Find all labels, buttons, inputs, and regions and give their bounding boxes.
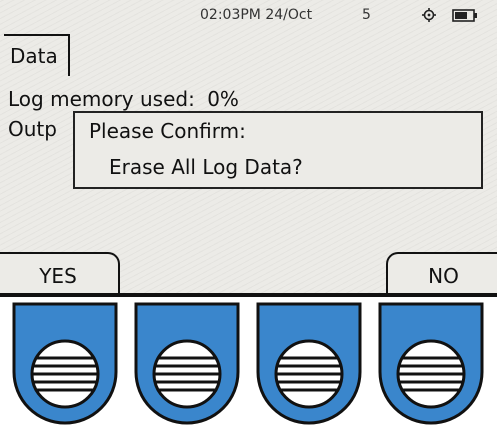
device-screen: 02:03PM 24/Oct 5 Data Log memory used: 0… — [0, 0, 497, 293]
confirm-dialog: Please Confirm: Erase All Log Data? — [73, 111, 483, 189]
log-memory-label: Log memory used: — [8, 87, 195, 111]
hardware-button-1[interactable] — [10, 302, 120, 430]
status-time: 02:03PM 24/Oct — [200, 7, 313, 23]
yes-softkey[interactable]: YES — [0, 252, 120, 293]
status-signal: 5 — [362, 7, 371, 23]
log-memory-line: Log memory used: 0% — [8, 87, 239, 111]
screen-divider — [0, 293, 497, 297]
hardware-button-3[interactable] — [254, 302, 364, 430]
menu-tab-data[interactable]: Data — [4, 34, 70, 76]
grille-icon — [30, 339, 100, 409]
log-memory-value: 0% — [207, 87, 239, 111]
hardware-button-2[interactable] — [132, 302, 242, 430]
grille-icon — [274, 339, 344, 409]
crosshair-icon — [422, 8, 436, 22]
grille-icon — [396, 339, 466, 409]
dialog-message: Erase All Log Data? — [109, 155, 303, 179]
dialog-title: Please Confirm: — [89, 119, 246, 143]
output-line-partial: Outp — [8, 117, 57, 141]
grille-icon — [152, 339, 222, 409]
battery-icon — [452, 9, 477, 22]
no-softkey[interactable]: NO — [386, 252, 497, 293]
hardware-button-4[interactable] — [376, 302, 486, 430]
